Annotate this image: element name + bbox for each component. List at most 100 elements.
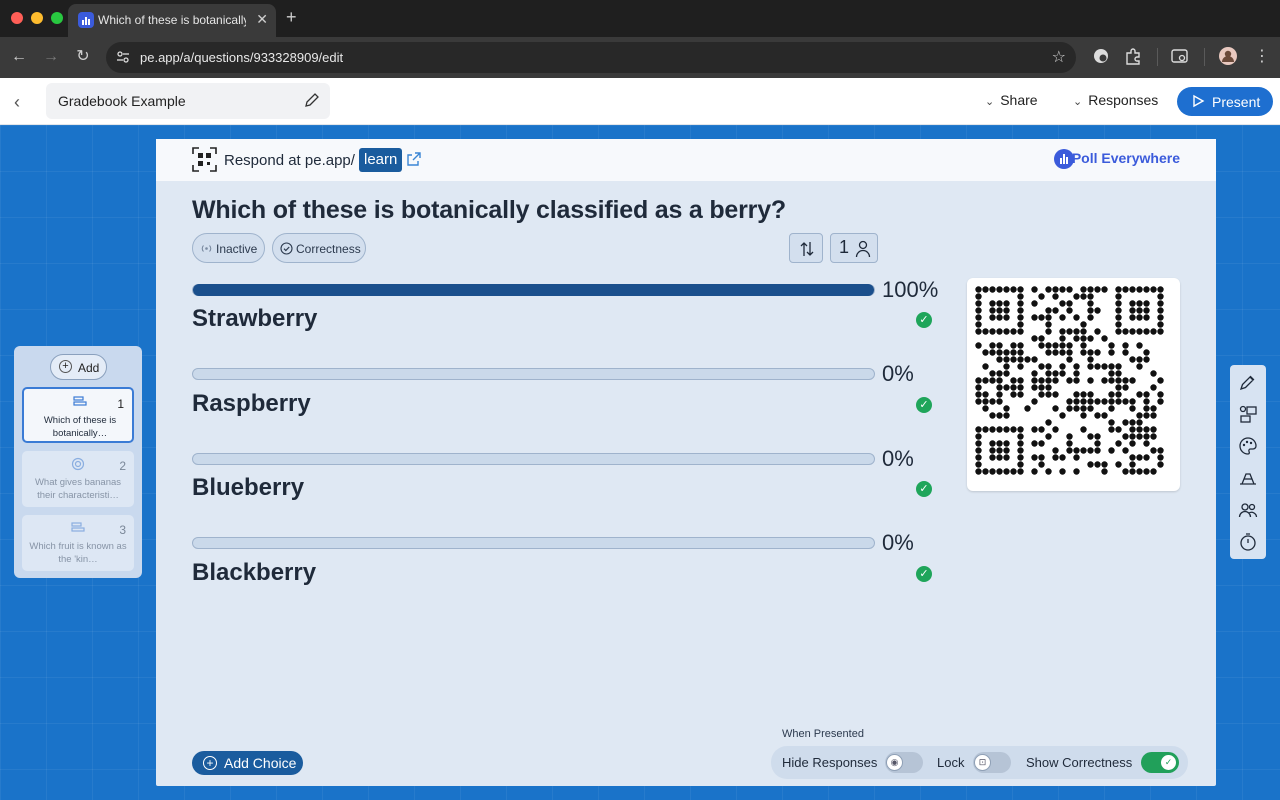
new-tab-icon[interactable]: + — [286, 7, 297, 28]
slide-number: 3 — [119, 523, 126, 537]
reload-icon[interactable]: ↻ — [73, 47, 93, 67]
correctness-label: Correctness — [296, 242, 361, 256]
choice-label[interactable]: Blueberry — [192, 474, 304, 502]
choice-percent: 100% — [882, 277, 939, 302]
site-settings-icon[interactable] — [116, 50, 130, 64]
pen-icon[interactable] — [1238, 372, 1258, 392]
tab-search-icon[interactable] — [1170, 46, 1190, 66]
slide-thumbnail-1[interactable]: 1 Which of these is botanically… — [22, 387, 134, 443]
choice-label[interactable]: Raspberry — [192, 390, 311, 418]
brand-name: Poll Everywhere — [1071, 150, 1180, 166]
qr-code-image — [975, 286, 1164, 475]
plus-circle-icon: + — [203, 756, 217, 770]
respond-at-text: Respond at pe.app/ — [224, 152, 355, 169]
audience-view-icon[interactable] — [1238, 468, 1258, 488]
add-choice-button[interactable]: + Add Choice — [192, 751, 303, 775]
lock-toggle[interactable]: ⊡ — [973, 752, 1011, 773]
tab-title: Which of these is botanically — [98, 13, 246, 27]
eye-icon: ◉ — [886, 754, 903, 771]
share-label: Share — [1000, 92, 1038, 108]
choice-bar-fill — [193, 284, 874, 296]
present-button[interactable]: Present — [1177, 87, 1273, 116]
participants-icon[interactable] — [1238, 500, 1258, 520]
close-tab-icon[interactable]: ✕ — [256, 11, 268, 28]
lock-icon: ⊡ — [974, 754, 991, 771]
choice-bar-track — [192, 537, 875, 549]
poll-everywhere-logo-icon — [1054, 149, 1074, 169]
play-icon — [1193, 94, 1205, 108]
timer-icon[interactable] — [1238, 532, 1258, 552]
add-slide-button[interactable]: + Add — [50, 354, 107, 380]
browser-tab-bar: Which of these is botanically ✕ + — [0, 0, 1280, 37]
person-icon — [855, 240, 871, 258]
address-bar[interactable]: pe.app/a/questions/933328909/edit ☆ — [106, 42, 1076, 73]
toolbar-separator — [1157, 48, 1158, 66]
presentation-title: Gradebook Example — [58, 93, 186, 109]
response-count: 1 — [839, 237, 850, 257]
edit-pencil-icon[interactable] — [304, 92, 320, 108]
slide-title: What gives bananas their characteristi… — [34, 477, 122, 501]
correct-check-icon[interactable]: ✓ — [916, 397, 932, 413]
add-label: Add — [78, 361, 100, 375]
present-label: Present — [1212, 94, 1261, 110]
choice-percent: 0% — [882, 530, 914, 555]
slide-thumbnail-3[interactable]: 3 Which fruit is known as the 'kin… — [22, 515, 134, 571]
close-window-dot[interactable] — [11, 12, 23, 24]
responses-label: Responses — [1088, 92, 1159, 108]
show-correctness-toggle[interactable]: ✓ — [1141, 752, 1179, 773]
poll-everywhere-favicon-icon — [78, 12, 94, 28]
slide-number: 1 — [117, 397, 124, 411]
minimize-window-dot[interactable] — [31, 12, 43, 24]
bar-chart-icon — [73, 396, 87, 406]
correct-check-icon[interactable]: ✓ — [916, 481, 932, 497]
plus-circle-icon: + — [59, 360, 72, 373]
back-arrow-icon[interactable]: ← — [9, 47, 29, 67]
maximize-window-dot[interactable] — [51, 12, 63, 24]
inactive-status-pill[interactable]: Inactive — [192, 233, 265, 263]
palette-icon[interactable] — [1238, 436, 1258, 456]
slides-sidebar: + Add 1 Which of these is botanically… 2… — [14, 346, 142, 578]
participants-count-button[interactable]: 1 — [830, 233, 878, 263]
app-header: ‹ Gradebook Example ⌄ Share ⌄ Responses Pr… — [0, 78, 1280, 125]
bar-chart-icon — [71, 522, 85, 532]
slide-thumbnail-2[interactable]: 2 What gives bananas their characteristi… — [22, 451, 134, 507]
question-card: Respond at pe.app/ learn Poll Everywhere… — [156, 139, 1216, 786]
hide-responses-label: Hide Responses — [782, 755, 878, 770]
presentation-title-field[interactable]: Gradebook Example — [46, 83, 330, 119]
check-circle-icon — [280, 242, 293, 255]
target-icon — [71, 457, 85, 471]
bookmark-star-icon[interactable]: ☆ — [1052, 47, 1066, 67]
share-button[interactable]: ⌄ Share — [985, 92, 1038, 108]
extension-shield-icon[interactable] — [1091, 46, 1111, 66]
url-text: pe.app/a/questions/933328909/edit — [140, 50, 344, 65]
extensions-puzzle-icon[interactable] — [1123, 46, 1143, 66]
choice-label[interactable]: Blackberry — [192, 559, 316, 587]
qr-code-icon[interactable] — [192, 147, 217, 172]
responses-button[interactable]: ⌄ Responses — [1073, 92, 1158, 108]
external-link-icon[interactable] — [406, 151, 422, 167]
respond-url-tag[interactable]: learn — [359, 148, 403, 172]
forward-arrow-icon[interactable]: → — [41, 47, 61, 67]
choice-percent: 0% — [882, 446, 914, 471]
hide-responses-toggle[interactable]: ◉ — [885, 752, 923, 773]
choice-label[interactable]: Strawberry — [192, 305, 317, 333]
chevron-down-icon: ⌄ — [1073, 96, 1083, 108]
qr-code-panel[interactable] — [967, 278, 1180, 491]
sort-button[interactable] — [789, 233, 823, 263]
layout-settings-icon[interactable] — [1238, 404, 1258, 424]
right-tools-panel — [1230, 365, 1266, 559]
presentation-controls: Hide Responses ◉ Lock ⊡ Show Correctness… — [771, 746, 1188, 779]
correct-check-icon[interactable]: ✓ — [916, 312, 932, 328]
back-chevron-icon[interactable]: ‹ — [14, 92, 20, 113]
correctness-pill[interactable]: Correctness — [272, 233, 366, 263]
slide-title: Which fruit is known as the 'kin… — [29, 541, 127, 565]
add-choice-label: Add Choice — [224, 755, 297, 771]
card-top-bar: Respond at pe.app/ learn Poll Everywhere — [156, 139, 1216, 181]
browser-menu-icon[interactable]: ⋮ — [1252, 47, 1272, 67]
question-title[interactable]: Which of these is botanically classified… — [192, 196, 786, 225]
profile-avatar-icon[interactable] — [1218, 46, 1238, 66]
browser-tab[interactable]: Which of these is botanically ✕ — [68, 4, 276, 37]
choice-bar-track — [192, 284, 875, 296]
correct-check-icon[interactable]: ✓ — [916, 566, 932, 582]
toolbar-separator — [1204, 48, 1205, 66]
